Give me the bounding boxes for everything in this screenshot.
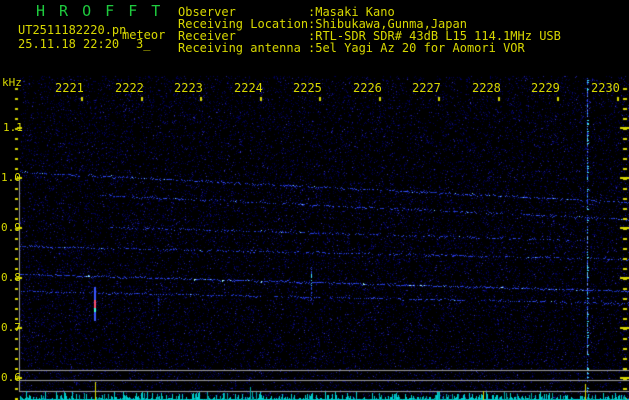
time-label: 2223 bbox=[174, 81, 203, 95]
freq-label: 1.1 bbox=[3, 121, 23, 134]
freq-label: 1.0 bbox=[1, 171, 21, 184]
datetime-label: 25.11.18 22:20 bbox=[18, 37, 120, 51]
app-title: H R O F F T bbox=[36, 2, 163, 20]
field-label-antenna: Receiving antenna bbox=[178, 41, 301, 55]
time-label: 2221 bbox=[55, 81, 84, 95]
time-label: 2227 bbox=[412, 81, 441, 95]
time-label: 2229 bbox=[531, 81, 560, 95]
time-label: 2222 bbox=[115, 81, 144, 95]
freq-label: 0.9 bbox=[1, 221, 21, 234]
time-label: 2225 bbox=[293, 81, 322, 95]
time-label: 2228 bbox=[472, 81, 501, 95]
time-label: 2230 bbox=[591, 81, 620, 95]
freq-label: 0.6 bbox=[1, 371, 21, 384]
capture-filename: UT2511182220.pn bbox=[18, 23, 127, 37]
time-label: 2226 bbox=[353, 81, 382, 95]
freq-label: 0.8 bbox=[1, 271, 21, 284]
field-value-antenna: :5el Yagi Az 20 for Aomori VOR bbox=[308, 41, 525, 55]
seconds-counter: 3_ bbox=[136, 37, 151, 51]
freq-label: 0.7 bbox=[1, 321, 21, 334]
time-label: 2224 bbox=[234, 81, 263, 95]
spectrogram-canvas bbox=[0, 0, 629, 400]
freq-unit-label: kHz bbox=[2, 76, 22, 89]
hrofft-screen: H R O F F T UT2511182220.pn meteor 25.11… bbox=[0, 0, 629, 400]
